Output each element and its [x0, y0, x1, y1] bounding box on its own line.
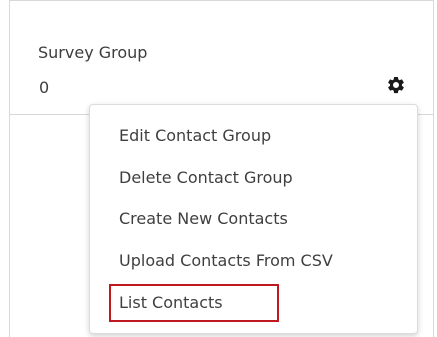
page: Survey Group 0 Edit Contact Group Delete… — [0, 0, 437, 337]
group-contact-count: 0 — [39, 78, 50, 97]
gear-icon — [388, 76, 404, 94]
menu-item-edit-contact-group[interactable]: Edit Contact Group — [119, 126, 271, 145]
menu-item-create-new-contacts[interactable]: Create New Contacts — [119, 209, 288, 228]
group-title: Survey Group — [38, 43, 148, 62]
group-actions-menu: Edit Contact Group Delete Contact Group … — [89, 104, 418, 334]
menu-item-delete-contact-group[interactable]: Delete Contact Group — [119, 168, 293, 187]
group-settings-button[interactable] — [385, 74, 407, 96]
menu-item-list-contacts[interactable]: List Contacts — [119, 293, 223, 312]
menu-item-upload-contacts-csv[interactable]: Upload Contacts From CSV — [119, 251, 333, 270]
